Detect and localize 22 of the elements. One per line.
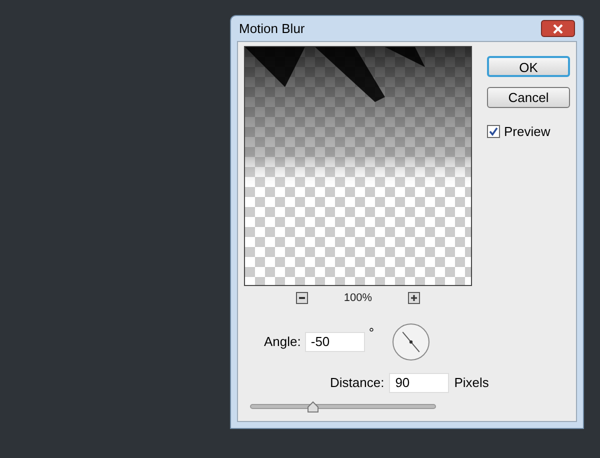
close-button[interactable] xyxy=(541,20,575,37)
ok-button[interactable]: OK xyxy=(487,56,570,77)
zoom-out-button[interactable] xyxy=(296,292,308,304)
minus-icon xyxy=(298,297,305,300)
angle-dial[interactable] xyxy=(392,322,430,360)
preview-checkbox[interactable] xyxy=(487,125,500,138)
distance-field[interactable]: 90 xyxy=(389,372,450,392)
pixels-unit: Pixels xyxy=(454,374,489,392)
plus-icon xyxy=(411,295,418,302)
angle-label: Angle: xyxy=(264,332,301,351)
degree-unit: ° xyxy=(368,324,374,342)
preview-label: Preview xyxy=(504,123,550,141)
distance-label: Distance: xyxy=(330,374,384,392)
check-icon xyxy=(489,127,498,136)
distance-slider[interactable] xyxy=(250,400,436,412)
slider-thumb[interactable] xyxy=(307,400,320,412)
close-icon xyxy=(553,24,563,34)
angle-field[interactable]: -50 xyxy=(304,332,365,352)
zoom-in-button[interactable] xyxy=(408,292,420,304)
zoom-level: 100% xyxy=(344,291,372,306)
cancel-button[interactable]: Cancel xyxy=(487,87,570,108)
window-title: Motion Blur xyxy=(239,20,305,38)
